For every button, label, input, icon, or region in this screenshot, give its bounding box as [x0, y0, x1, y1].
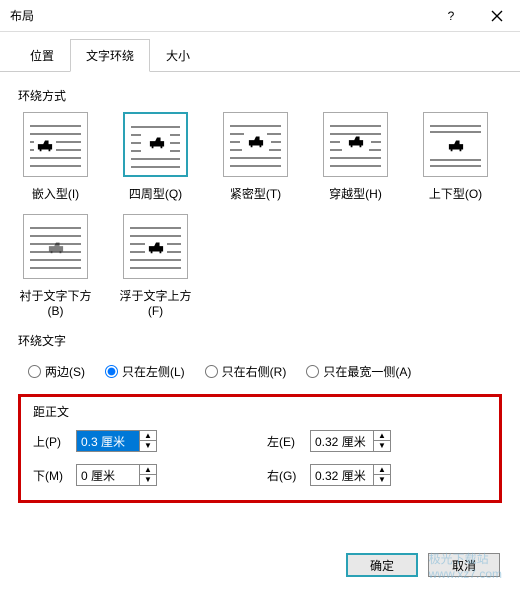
wrap-square-label: 四周型(Q) — [129, 187, 182, 201]
dist-bottom-label: 下(M) — [33, 467, 68, 484]
radio-right[interactable]: 只在右侧(R) — [205, 363, 287, 380]
help-button[interactable]: ? — [428, 0, 474, 32]
group-wrap-style: 环绕方式 — [18, 87, 502, 104]
cancel-button[interactable]: 取消 — [428, 553, 500, 577]
dist-right-label: 右(G) — [267, 467, 302, 484]
dist-left-down[interactable]: ▼ — [374, 441, 390, 451]
dist-right-up[interactable]: ▲ — [374, 465, 390, 475]
dist-bottom-input[interactable] — [76, 464, 140, 486]
dist-left-up[interactable]: ▲ — [374, 431, 390, 441]
ok-button[interactable]: 确定 — [346, 553, 418, 577]
window-title: 布局 — [10, 7, 34, 24]
dist-bottom-up[interactable]: ▲ — [140, 465, 156, 475]
wrap-front[interactable] — [123, 214, 188, 279]
dist-bottom-down[interactable]: ▼ — [140, 475, 156, 485]
wrap-behind-label: 衬于文字下方(B) — [19, 289, 91, 318]
distance-group: 距正文 上(P) ▲▼ 下(M) ▲▼ — [18, 394, 502, 503]
wrap-square[interactable] — [123, 112, 188, 177]
wrap-tight[interactable] — [223, 112, 288, 177]
dist-top-up[interactable]: ▲ — [140, 431, 156, 441]
wrap-tight-label: 紧密型(T) — [230, 187, 281, 201]
dist-left-label: 左(E) — [267, 433, 302, 450]
dist-top-down[interactable]: ▼ — [140, 441, 156, 451]
wrap-topbottom-label: 上下型(O) — [429, 187, 482, 201]
close-button[interactable] — [474, 0, 520, 32]
tab-position[interactable]: 位置 — [14, 39, 70, 72]
wrap-options: 嵌入型(I) 四周型(Q) 紧密型(T) 穿越型(H) — [18, 112, 502, 318]
title-bar: 布局 ? — [0, 0, 520, 32]
wrap-through-label: 穿越型(H) — [329, 187, 382, 201]
tab-list: 位置 文字环绕 大小 — [0, 38, 520, 72]
footer-buttons: 确定 取消 — [346, 553, 500, 577]
dist-top-input[interactable] — [76, 430, 140, 452]
wrap-inline-label: 嵌入型(I) — [32, 187, 79, 201]
radio-both[interactable]: 两边(S) — [28, 363, 85, 380]
wrap-through[interactable] — [323, 112, 388, 177]
tab-wrap[interactable]: 文字环绕 — [70, 39, 150, 72]
tab-size[interactable]: 大小 — [150, 39, 206, 72]
wrap-front-label: 浮于文字上方(F) — [119, 289, 191, 318]
dist-right-down[interactable]: ▼ — [374, 475, 390, 485]
wrap-behind[interactable] — [23, 214, 88, 279]
wrap-topbottom[interactable] — [423, 112, 488, 177]
dist-top-label: 上(P) — [33, 433, 68, 450]
radio-left[interactable]: 只在左侧(L) — [105, 363, 185, 380]
dist-left-input[interactable] — [310, 430, 374, 452]
radio-widest[interactable]: 只在最宽一侧(A) — [306, 363, 411, 380]
dist-right-input[interactable] — [310, 464, 374, 486]
wrap-text-radios: 两边(S) 只在左侧(L) 只在右侧(R) 只在最宽一侧(A) — [18, 357, 502, 390]
wrap-inline[interactable] — [23, 112, 88, 177]
group-wrap-text: 环绕文字 — [18, 332, 502, 349]
group-distance-label: 距正文 — [33, 403, 487, 420]
